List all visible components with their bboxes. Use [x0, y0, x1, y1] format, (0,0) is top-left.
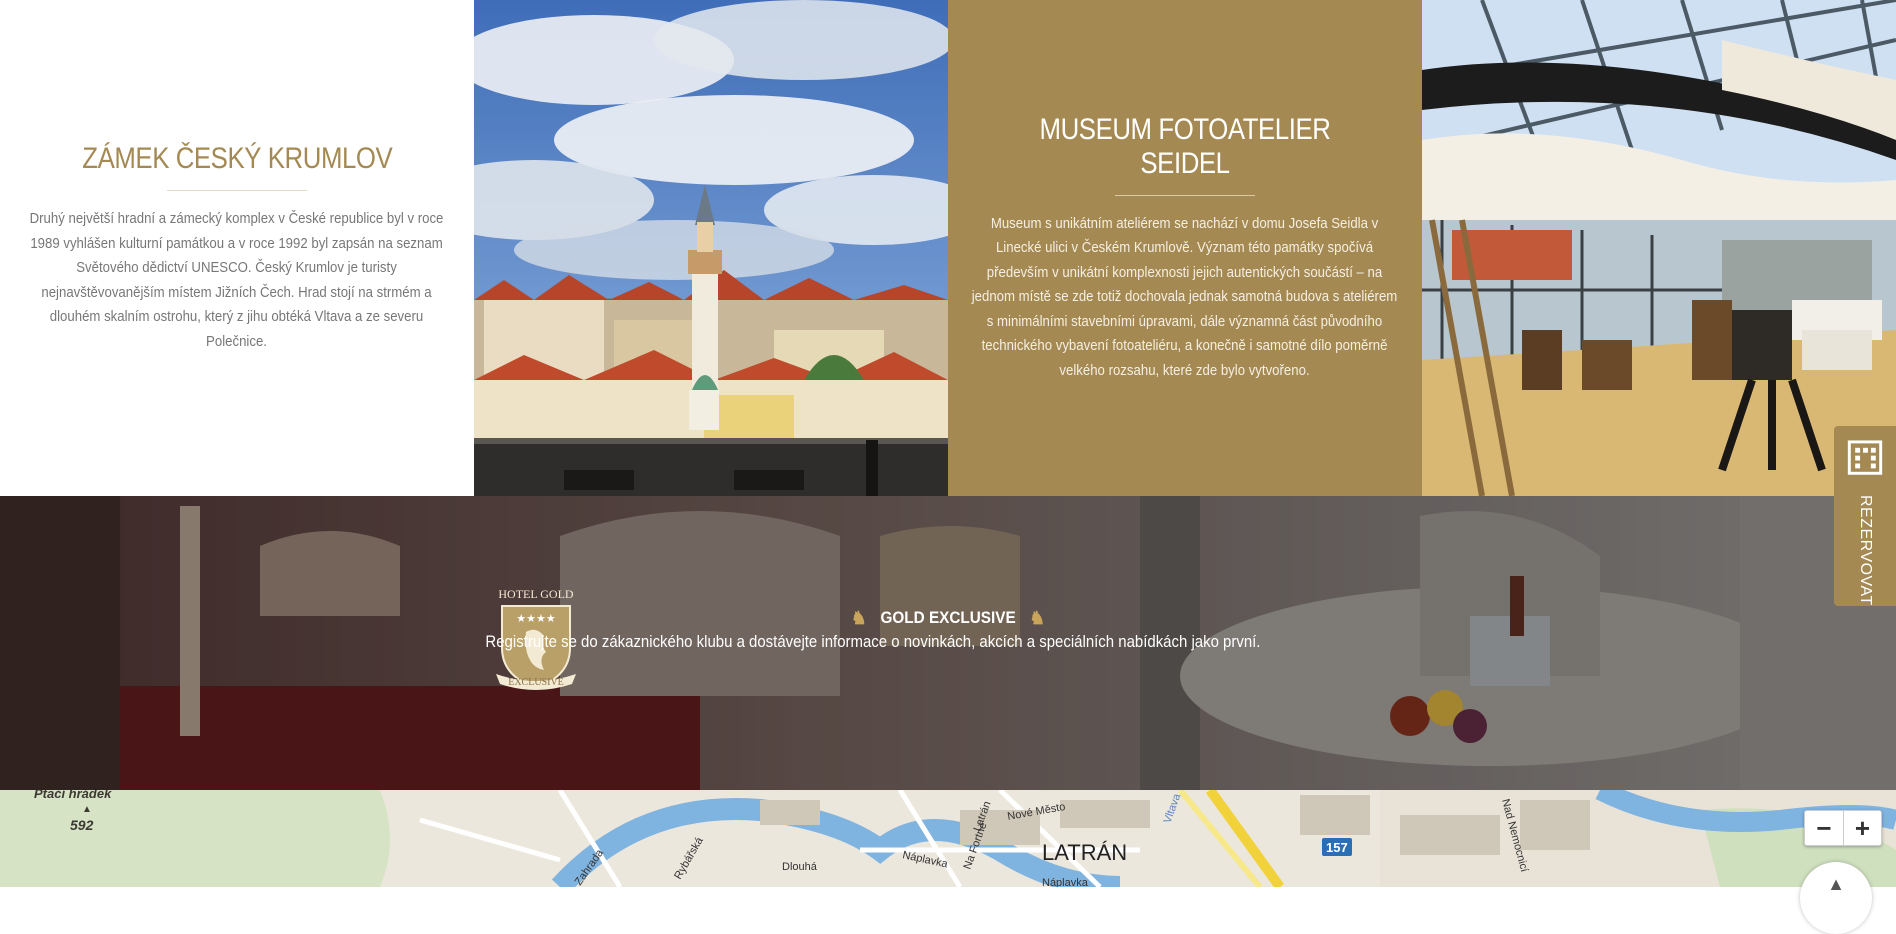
building-icon: [1847, 440, 1883, 475]
castle-description: Druhý největší hradní a zámecký komplex …: [30, 210, 444, 350]
club-heading: ♞ GOLD EXCLUSIVE ♞: [0, 608, 1896, 629]
chevron-up-icon: ▲: [1827, 874, 1845, 894]
lion-icon: ♞: [850, 608, 867, 629]
reserve-label: REZERVOVAT: [1857, 495, 1874, 606]
castle-title: ZÁMEK ČESKÝ KRUMLOV: [81, 142, 393, 175]
svg-text:LATRÁN: LATRÁN: [1042, 840, 1127, 865]
title-divider: [167, 190, 307, 191]
svg-text:HOTEL GOLD: HOTEL GOLD: [498, 588, 574, 601]
club-register-link[interactable]: Registrujte se do zákaznického klubu a d…: [0, 632, 1746, 652]
lion-icon: ♞: [1029, 608, 1046, 629]
map-canvas[interactable]: Ptačí hrádek ▲ 592 LATRÁN 157 Rybářská D…: [0, 790, 1896, 887]
svg-text:▲: ▲: [82, 804, 92, 815]
svg-text:592: 592: [70, 817, 94, 833]
club-title: GOLD EXCLUSIVE: [880, 608, 1016, 627]
svg-text:Náplavka: Náplavka: [1042, 877, 1089, 887]
svg-text:Dlouhá: Dlouhá: [782, 861, 818, 873]
zoom-out-button[interactable]: −: [1805, 811, 1843, 845]
museum-title: MUSEUM FOTOATELIER SEIDEL: [1039, 112, 1331, 180]
museum-info-card: MUSEUM FOTOATELIER SEIDEL Museum s uniká…: [948, 0, 1422, 496]
reserve-button[interactable]: REZERVOVAT: [1834, 426, 1896, 606]
castle-info-card: ZÁMEK ČESKÝ KRUMLOV Druhý největší hradn…: [0, 0, 474, 496]
museum-description: Museum s unikátním ateliérem se nachází …: [972, 214, 1398, 379]
attractions-grid: ZÁMEK ČESKÝ KRUMLOV Druhý největší hradn…: [0, 0, 1896, 496]
title-divider: [1115, 194, 1255, 196]
gold-exclusive-banner: HOTEL GOLD ★★★★ EXCLUSIVE ♞ GOLD EXCLUSIV…: [0, 496, 1896, 790]
svg-text:EXCLUSIVE: EXCLUSIVE: [508, 677, 564, 688]
atelier-photo: [1422, 0, 1896, 496]
castle-photo: [474, 0, 948, 496]
scroll-to-top-button[interactable]: ▲: [1800, 862, 1872, 934]
svg-text:Ptačí hrádek: Ptačí hrádek: [34, 790, 112, 801]
svg-text:157: 157: [1326, 840, 1348, 855]
map-zoom-controls: − +: [1804, 810, 1882, 846]
location-map[interactable]: Ptačí hrádek ▲ 592 LATRÁN 157 Rybářská D…: [0, 790, 1896, 887]
zoom-in-button[interactable]: +: [1843, 811, 1881, 845]
